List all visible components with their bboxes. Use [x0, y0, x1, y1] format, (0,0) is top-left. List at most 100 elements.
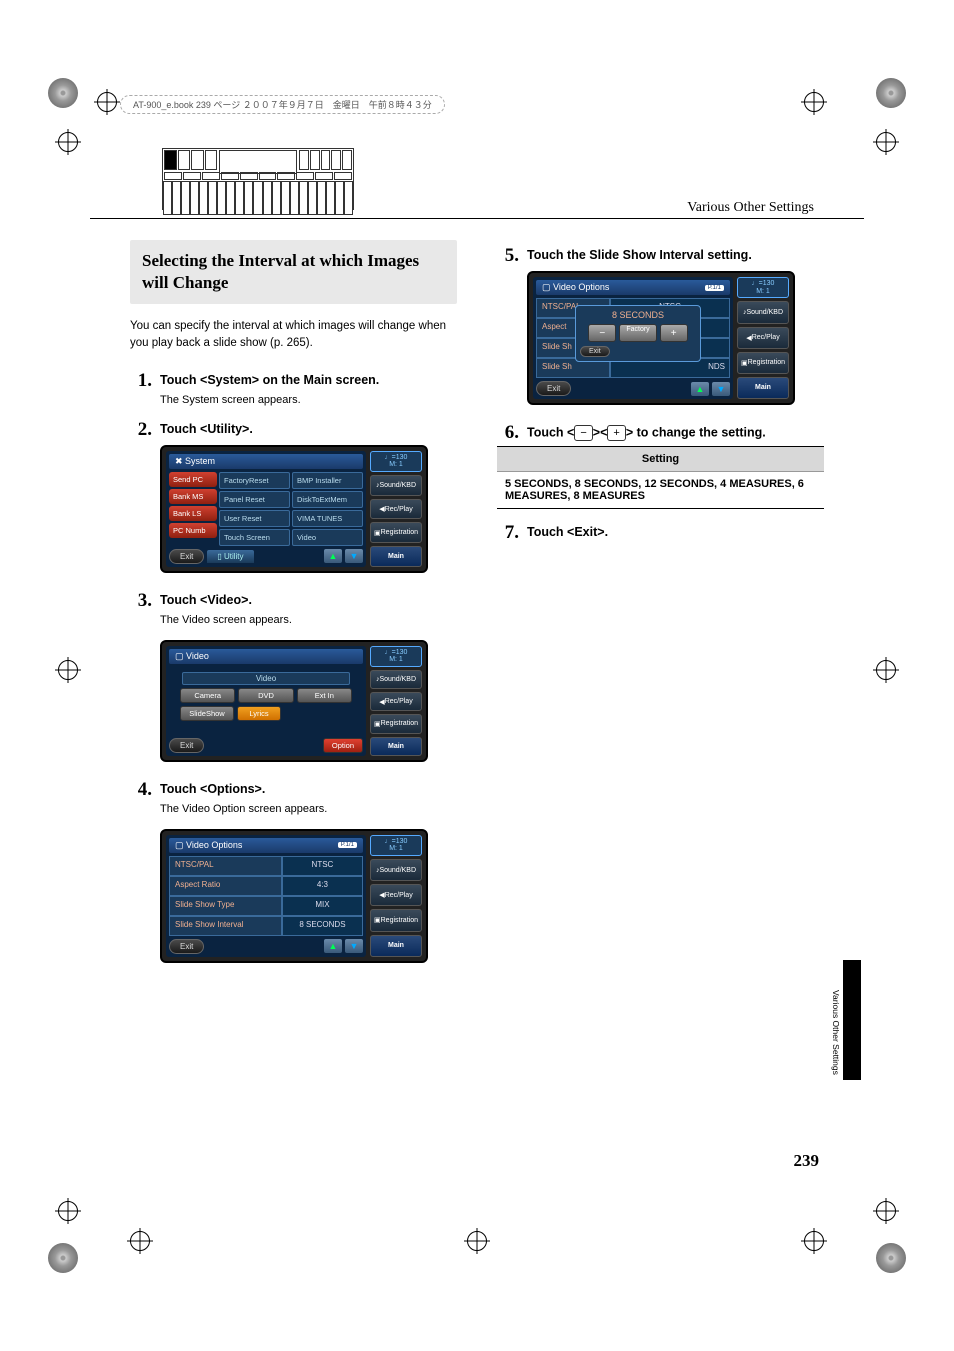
registration-mark-icon: [804, 1231, 824, 1251]
registration-mark-icon: [876, 1201, 896, 1221]
grid-cell: Touch Screen: [219, 529, 290, 546]
side-button-soundkbd: ♪ Sound/KBD: [370, 475, 422, 496]
step-text: Touch the Slide Show Interval setting.: [527, 246, 752, 265]
option-button: Option: [323, 738, 363, 753]
video-screen-figure: ▢ Video Video Camera DVD Ext In SlideSho…: [160, 640, 428, 762]
grid-cell: FactoryReset: [219, 472, 290, 489]
down-arrow-icon: ▼: [345, 549, 363, 563]
plus-key-icon: +: [607, 425, 625, 441]
side-button-soundkbd: ♪ Sound/KBD: [370, 670, 422, 689]
step-number: 2.: [130, 420, 152, 439]
video-button: SlideShow: [180, 706, 234, 721]
option-value: NTSC: [282, 856, 363, 876]
step-text: Touch <Exit>.: [527, 523, 608, 542]
keyboard-thumbnail: [162, 148, 354, 210]
setting-table-row: 5 SECONDS, 8 SECONDS, 12 SECONDS, 4 MEAS…: [497, 472, 824, 509]
video-button: Camera: [180, 688, 235, 703]
registration-mark-icon: [876, 132, 896, 152]
up-arrow-icon: ▲: [324, 549, 342, 563]
intro-text: You can specify the interval at which im…: [130, 318, 457, 353]
factory-button: Factory: [619, 324, 656, 342]
option-value: 4:3: [282, 876, 363, 896]
option-value: 8 SECONDS: [282, 916, 363, 936]
down-arrow-icon: ▼: [345, 939, 363, 953]
utility-tab: Utility: [224, 552, 244, 561]
step-text: Touch <−><+> to change the setting.: [527, 423, 766, 442]
section-tab-marker: [843, 960, 861, 1080]
page-header: Various Other Settings: [687, 200, 814, 216]
tempo-display: ♩=130M: 1: [370, 646, 422, 667]
step-note: The System screen appears.: [160, 394, 457, 406]
step-7: 7. Touch <Exit>.: [497, 523, 824, 542]
step-number: 4.: [130, 780, 152, 799]
minus-button: −: [588, 324, 616, 342]
minus-key-icon: −: [574, 425, 592, 441]
tempo-display: ♩=130M: 1: [370, 451, 422, 472]
step-number: 3.: [130, 591, 152, 610]
video-options-screen-figure: ▢ Video OptionsP.1/1 NTSC/PALNTSC Aspect…: [160, 829, 428, 963]
step-number: 1.: [130, 371, 152, 390]
registration-mark-icon: [97, 92, 117, 112]
step-1: 1. Touch <System> on the Main screen.: [130, 371, 457, 390]
side-button-soundkbd: ♪ Sound/KBD: [370, 859, 422, 881]
side-button-main: Main: [370, 737, 422, 756]
tempo-display: ♩=130M: 1: [370, 835, 422, 856]
option-label: Slide Show Interval: [169, 916, 282, 936]
grid-cell: Video: [292, 529, 363, 546]
print-rosette-icon: [876, 1243, 906, 1273]
up-arrow-icon: ▲: [324, 939, 342, 953]
left-button: PC Numb: [169, 523, 217, 538]
registration-mark-icon: [58, 132, 78, 152]
setting-table-header: Setting: [497, 447, 824, 472]
side-button-recplay: ◀ Rec/Play: [370, 884, 422, 906]
step-note: The Video screen appears.: [160, 614, 457, 626]
left-button: Bank LS: [169, 506, 217, 521]
step-text: Touch <Video>.: [160, 591, 252, 610]
video-button-lyrics: Lyrics: [237, 706, 281, 721]
screen-title: System: [185, 456, 215, 466]
side-button-recplay: ◀ Rec/Play: [737, 327, 789, 349]
video-header: Video: [182, 672, 350, 685]
side-button-main: Main: [737, 377, 789, 399]
side-button-soundkbd: ♪ Sound/KBD: [737, 301, 789, 323]
section-tab-label: Various Other Settings: [831, 990, 841, 1075]
registration-mark-icon: [467, 1231, 487, 1251]
utility-screen-figure: ✖ System Send PC Bank MS Bank LS PC Numb…: [160, 445, 428, 573]
registration-mark-icon: [876, 660, 896, 680]
exit-button: Exit: [169, 549, 204, 564]
grid-cell: DiskToExtMem: [292, 491, 363, 508]
up-arrow-icon: ▲: [691, 382, 709, 396]
step-5: 5. Touch the Slide Show Interval setting…: [497, 246, 824, 265]
screen-title: Video Options: [186, 840, 242, 850]
option-label: Slide Show Type: [169, 896, 282, 916]
grid-cell: User Reset: [219, 510, 290, 527]
plus-button: +: [660, 324, 688, 342]
option-label: NTSC/PAL: [169, 856, 282, 876]
registration-mark-icon: [130, 1231, 150, 1251]
popup-exit-button: Exit: [580, 346, 610, 357]
side-button-registration: ▣ Registration: [370, 522, 422, 543]
registration-mark-icon: [58, 1201, 78, 1221]
left-button: Bank MS: [169, 489, 217, 504]
interval-popup: 8 SECONDS − Factory + Exit: [575, 305, 701, 362]
option-label: Aspect Ratio: [169, 876, 282, 896]
registration-mark-icon: [58, 660, 78, 680]
print-rosette-icon: [48, 1243, 78, 1273]
down-arrow-icon: ▼: [712, 382, 730, 396]
side-button-main: Main: [370, 546, 422, 567]
side-button-recplay: ◀ Rec/Play: [370, 499, 422, 520]
side-button-registration: ▣ Registration: [370, 714, 422, 733]
left-column: Selecting the Interval at which Images w…: [130, 240, 457, 981]
page-indicator: P.1/1: [338, 842, 357, 848]
exit-button: Exit: [169, 939, 204, 954]
right-column: 5. Touch the Slide Show Interval setting…: [497, 240, 824, 981]
grid-cell: BMP Installer: [292, 472, 363, 489]
print-rosette-icon: [48, 78, 78, 108]
slideshow-interval-popup-figure: ▢ Video OptionsP.1/1 NTSC/PALNTSC Aspect…: [527, 271, 795, 405]
step-note: The Video Option screen appears.: [160, 803, 457, 815]
print-rosette-icon: [876, 78, 906, 108]
screen-title: Video Options: [553, 282, 609, 292]
setting-table: Setting 5 SECONDS, 8 SECONDS, 12 SECONDS…: [497, 446, 824, 509]
registration-mark-icon: [804, 92, 824, 112]
step-number: 7.: [497, 523, 519, 542]
